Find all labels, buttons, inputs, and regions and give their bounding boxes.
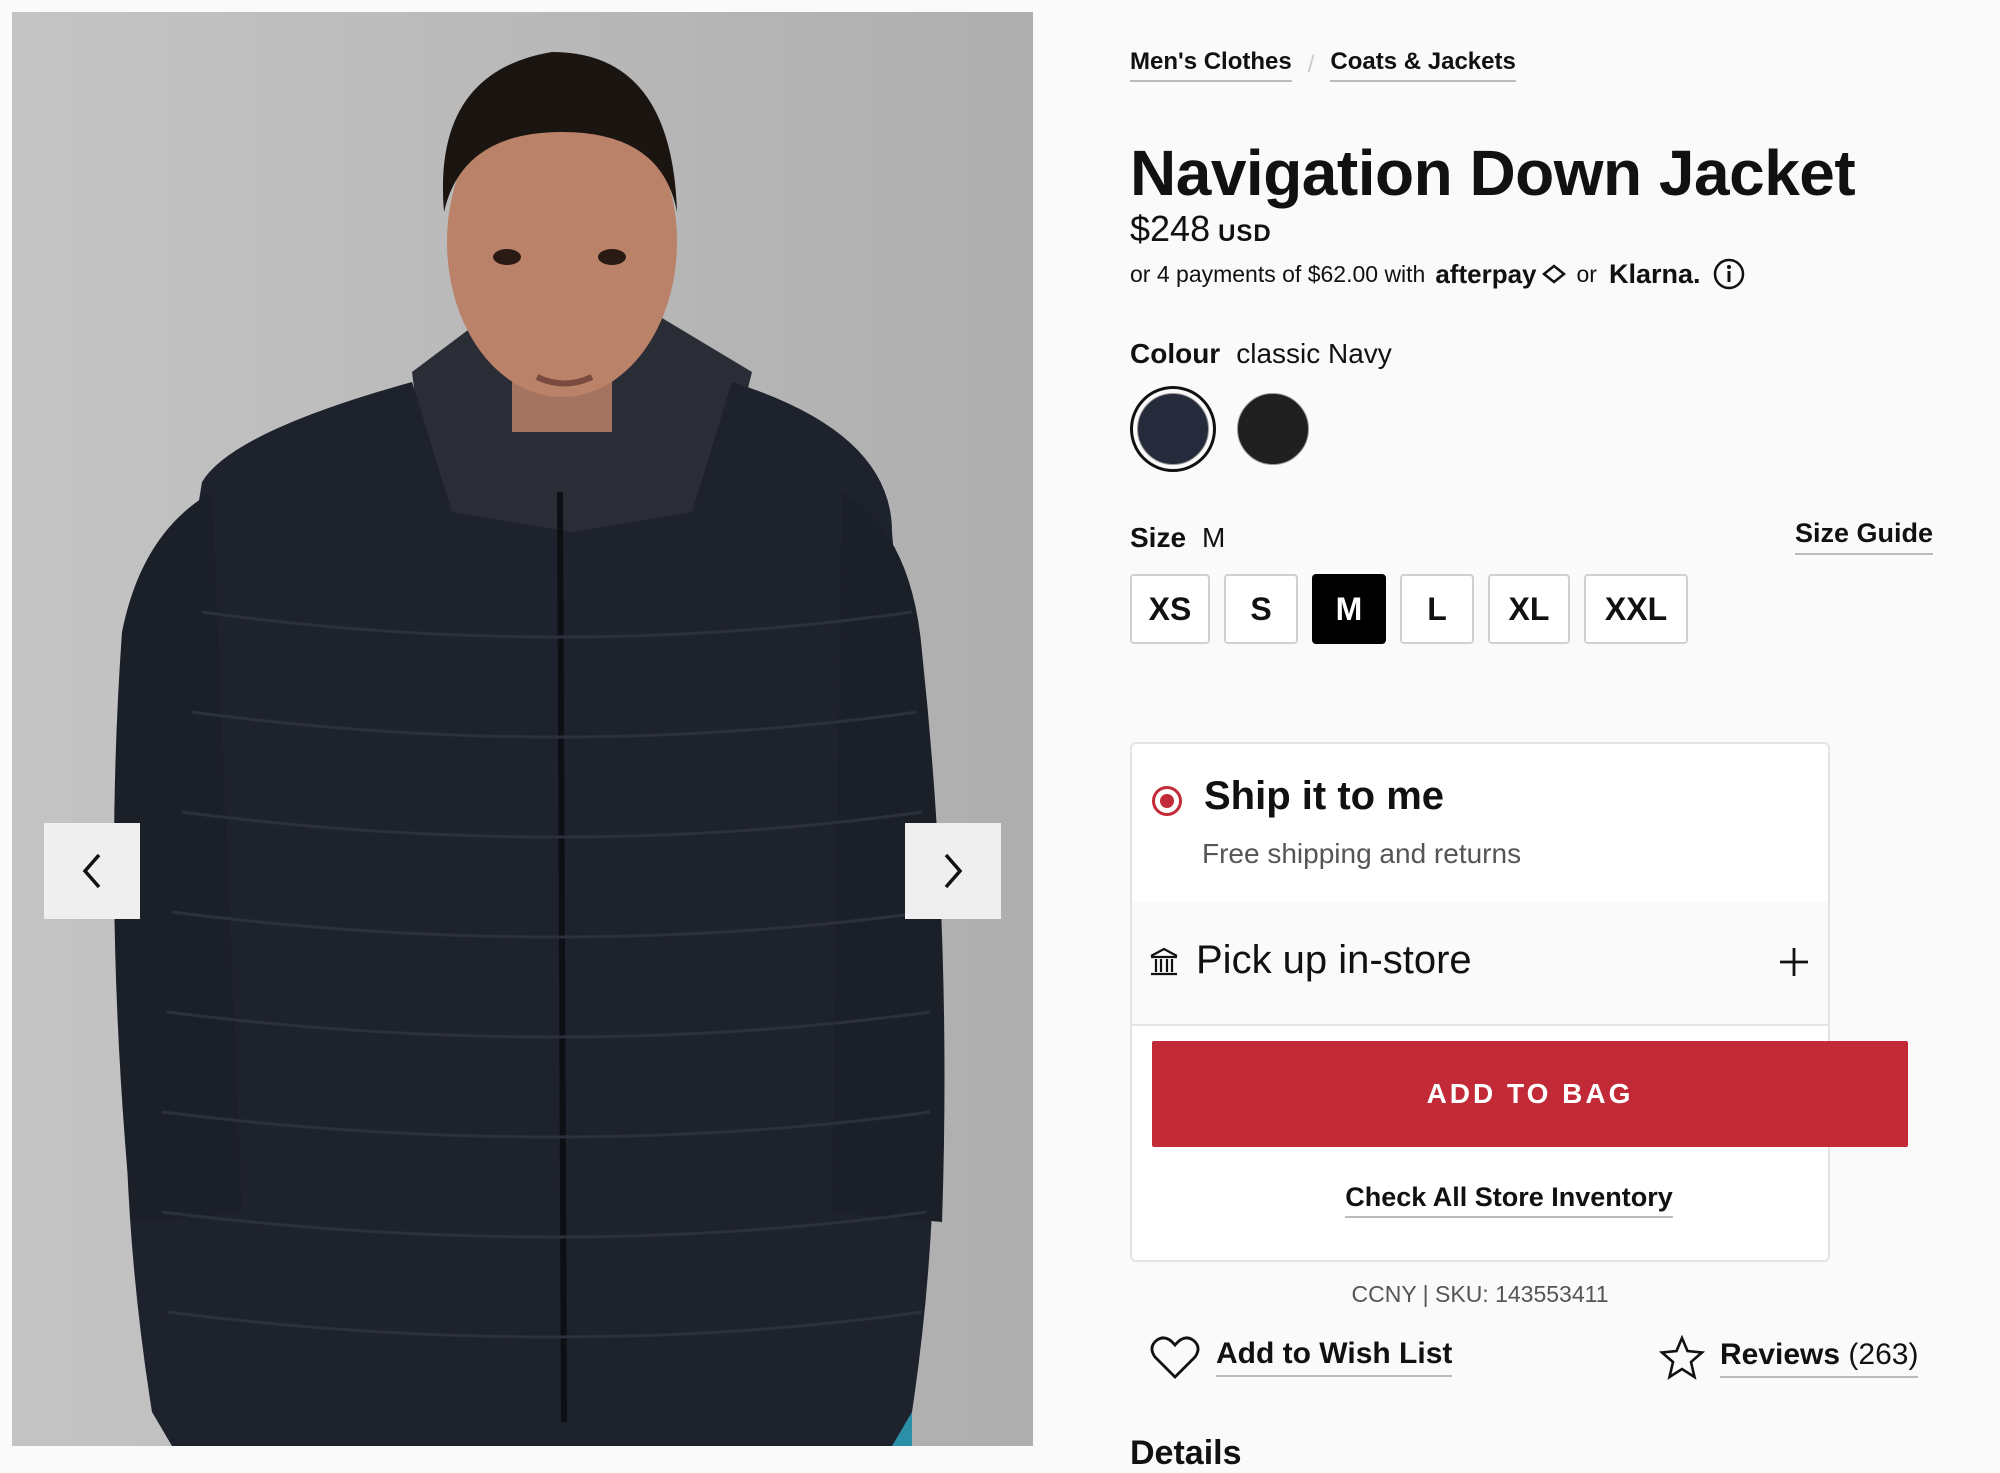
- ship-option-subtitle: Free shipping and returns: [1202, 838, 1522, 869]
- pick-up-in-store-option[interactable]: Pick up in-store: [1132, 902, 1828, 1026]
- swatch-classic-navy[interactable]: [1130, 386, 1216, 472]
- size-label: Size: [1130, 522, 1187, 553]
- product-image-gallery: [12, 12, 1033, 1446]
- breadcrumb-separator: /: [1307, 51, 1315, 78]
- ship-option-title: Ship it to me: [1204, 774, 1444, 818]
- heart-icon: [1150, 1336, 1200, 1379]
- size-selection: Size M: [1130, 522, 1225, 554]
- chevron-right-icon: [944, 853, 963, 889]
- afterpay-arrows-icon: [1541, 264, 1566, 284]
- pickup-option-title: Pick up in-store: [1196, 938, 1472, 982]
- reviews-count: (263): [1848, 1338, 1919, 1371]
- star-icon: [1658, 1334, 1706, 1380]
- size-option-xxl[interactable]: XXL: [1584, 574, 1688, 644]
- swatch-black[interactable]: [1230, 386, 1316, 472]
- payments-or-text: or: [1576, 260, 1597, 287]
- product-photo: [114, 52, 945, 1446]
- add-to-wishlist-button[interactable]: Add to Wish List: [1150, 1334, 1453, 1380]
- plus-icon[interactable]: [1778, 946, 1810, 978]
- breadcrumb-mens-clothes[interactable]: Men's Clothes: [1130, 48, 1292, 82]
- product-title: Navigation Down Jacket: [1130, 137, 1856, 209]
- add-to-bag-button[interactable]: ADD TO BAG: [1152, 1041, 1908, 1147]
- size-option-l[interactable]: L: [1400, 574, 1474, 644]
- reviews-label: Reviews (263): [1720, 1338, 1919, 1378]
- reviews-label-text: Reviews: [1720, 1338, 1841, 1371]
- radio-selected-icon: [1152, 786, 1182, 816]
- product-price: $248 USD: [1130, 208, 1272, 250]
- colour-value: classic Navy: [1236, 338, 1392, 369]
- sku-text: CCNY | SKU: 143553411: [1351, 1281, 1609, 1307]
- wishlist-label: Add to Wish List: [1216, 1337, 1453, 1377]
- installment-payments: or 4 payments of $62.00 with afterpay or…: [1130, 258, 1745, 290]
- breadcrumb-coats-jackets[interactable]: Coats & Jackets: [1330, 48, 1516, 82]
- price-amount: $248: [1130, 208, 1211, 249]
- size-option-s[interactable]: S: [1224, 574, 1298, 644]
- store-icon: [1150, 947, 1178, 976]
- colour-swatches: [1130, 386, 1316, 472]
- size-option-xs[interactable]: XS: [1130, 574, 1210, 644]
- ship-it-to-me-option[interactable]: Ship it to me Free shipping and returns: [1132, 744, 1828, 904]
- gallery-prev-button[interactable]: [44, 823, 140, 919]
- size-value: M: [1202, 522, 1226, 553]
- info-icon[interactable]: [1713, 258, 1745, 290]
- check-inventory-container: Check All Store Inventory: [1132, 1182, 1886, 1218]
- colour-label: Colour: [1130, 338, 1221, 369]
- swatch-color: [1137, 393, 1209, 465]
- size-option-m[interactable]: M: [1312, 574, 1386, 644]
- details-heading: Details: [1130, 1434, 1242, 1472]
- klarna-logo[interactable]: Klarna.: [1609, 259, 1701, 290]
- gallery-next-button[interactable]: [905, 823, 1001, 919]
- fulfillment-options: Ship it to me Free shipping and returns …: [1130, 742, 1908, 1262]
- swatch-color: [1237, 393, 1309, 465]
- size-options: XS S M L XL XXL: [1130, 574, 1702, 644]
- check-store-inventory-link[interactable]: Check All Store Inventory: [1345, 1182, 1673, 1218]
- breadcrumb: Men's Clothes / Coats & Jackets: [1130, 48, 1516, 82]
- reviews-link[interactable]: Reviews (263): [1658, 1334, 1919, 1382]
- afterpay-logo[interactable]: afterpay: [1435, 259, 1536, 290]
- colour-selection: Colour classic Navy: [1130, 338, 1392, 370]
- size-guide-link[interactable]: Size Guide: [1795, 518, 1934, 555]
- size-option-xl[interactable]: XL: [1488, 574, 1570, 644]
- price-currency: USD: [1218, 220, 1272, 247]
- chevron-left-icon: [82, 853, 101, 889]
- product-details-panel: Men's Clothes / Coats & Jackets Navigati…: [1130, 0, 1934, 1472]
- installment-text: or 4 payments of $62.00 with: [1130, 260, 1426, 287]
